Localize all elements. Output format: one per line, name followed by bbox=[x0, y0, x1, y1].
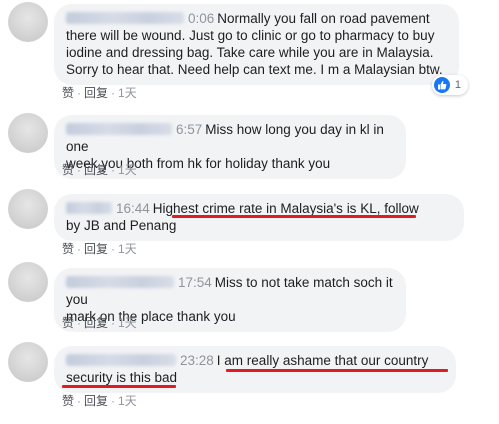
separator: · bbox=[77, 163, 82, 177]
like-link[interactable]: 赞 bbox=[62, 316, 74, 330]
avatar[interactable] bbox=[8, 342, 48, 382]
comment-text-line: I am really ashame that our country bbox=[216, 353, 429, 368]
comment-actions: 赞 · 回复 · 1天 bbox=[62, 163, 137, 177]
comment-timestamp: 6:57 bbox=[176, 122, 203, 137]
reply-link[interactable]: 回复 bbox=[84, 316, 108, 330]
red-underline bbox=[172, 215, 416, 218]
comment-bubble: 0:06 Normally you fall on road pavement t… bbox=[54, 4, 459, 85]
comment-age[interactable]: 1天 bbox=[118, 163, 137, 177]
like-link[interactable]: 赞 bbox=[62, 86, 74, 100]
comment-text-line: there will be wound. Just go to clinic o… bbox=[66, 28, 435, 43]
comment-age[interactable]: 1天 bbox=[118, 394, 137, 408]
red-underline bbox=[62, 385, 176, 388]
comment-age[interactable]: 1天 bbox=[118, 242, 137, 256]
separator: · bbox=[77, 316, 82, 330]
comment-timestamp: 0:06 bbox=[188, 11, 215, 26]
separator: · bbox=[111, 394, 116, 408]
reply-link[interactable]: 回复 bbox=[84, 86, 108, 100]
comment-timestamp: 17:54 bbox=[178, 275, 212, 290]
separator: · bbox=[77, 394, 82, 408]
separator: · bbox=[111, 242, 116, 256]
avatar[interactable] bbox=[8, 113, 48, 153]
avatar[interactable] bbox=[8, 189, 48, 229]
separator: · bbox=[111, 316, 116, 330]
commenter-name-blurred[interactable] bbox=[66, 12, 184, 24]
reply-link[interactable]: 回复 bbox=[84, 394, 108, 408]
comment-text-line: , follow bbox=[376, 201, 419, 216]
comment-age[interactable]: 1天 bbox=[118, 316, 137, 330]
comment-actions: 赞 · 回复 · 1天 bbox=[62, 86, 137, 100]
reaction-count: 1 bbox=[454, 79, 461, 91]
comment-actions: 赞 · 回复 · 1天 bbox=[62, 394, 137, 408]
commenter-name-blurred[interactable] bbox=[66, 276, 174, 288]
red-underline bbox=[226, 369, 448, 372]
separator: · bbox=[77, 86, 82, 100]
comment-text-line: iodine and dressing bag. Take care while… bbox=[66, 45, 434, 60]
like-link[interactable]: 赞 bbox=[62, 163, 74, 177]
comment-text-line: Normally you fall on road pavement bbox=[217, 11, 430, 26]
separator: · bbox=[111, 86, 116, 100]
reply-link[interactable]: 回复 bbox=[84, 242, 108, 256]
separator: · bbox=[77, 242, 82, 256]
avatar[interactable] bbox=[8, 262, 48, 302]
thumbs-up-icon bbox=[433, 77, 450, 93]
reply-link[interactable]: 回复 bbox=[84, 163, 108, 177]
comment-text-line: Sorry to hear that. Need help can text m… bbox=[66, 62, 443, 77]
comment-actions: 赞 · 回复 · 1天 bbox=[62, 242, 137, 256]
comment-text-line: by JB and Penang bbox=[66, 218, 177, 233]
separator: · bbox=[111, 163, 116, 177]
comment-age[interactable]: 1天 bbox=[118, 86, 137, 100]
like-link[interactable]: 赞 bbox=[62, 394, 74, 408]
avatar[interactable] bbox=[8, 2, 48, 42]
commenter-name-blurred[interactable] bbox=[66, 123, 172, 135]
comment-timestamp: 16:44 bbox=[116, 201, 150, 216]
highlighted-text: Highest crime rate in Malaysia's is KL bbox=[152, 201, 377, 216]
reaction-badge[interactable]: 1 bbox=[431, 75, 468, 95]
comment-actions: 赞 · 回复 · 1天 bbox=[62, 316, 137, 330]
commenter-name-blurred[interactable] bbox=[66, 354, 176, 366]
comment-timestamp: 23:28 bbox=[180, 353, 214, 368]
like-link[interactable]: 赞 bbox=[62, 242, 74, 256]
commenter-name-blurred[interactable] bbox=[66, 202, 112, 214]
